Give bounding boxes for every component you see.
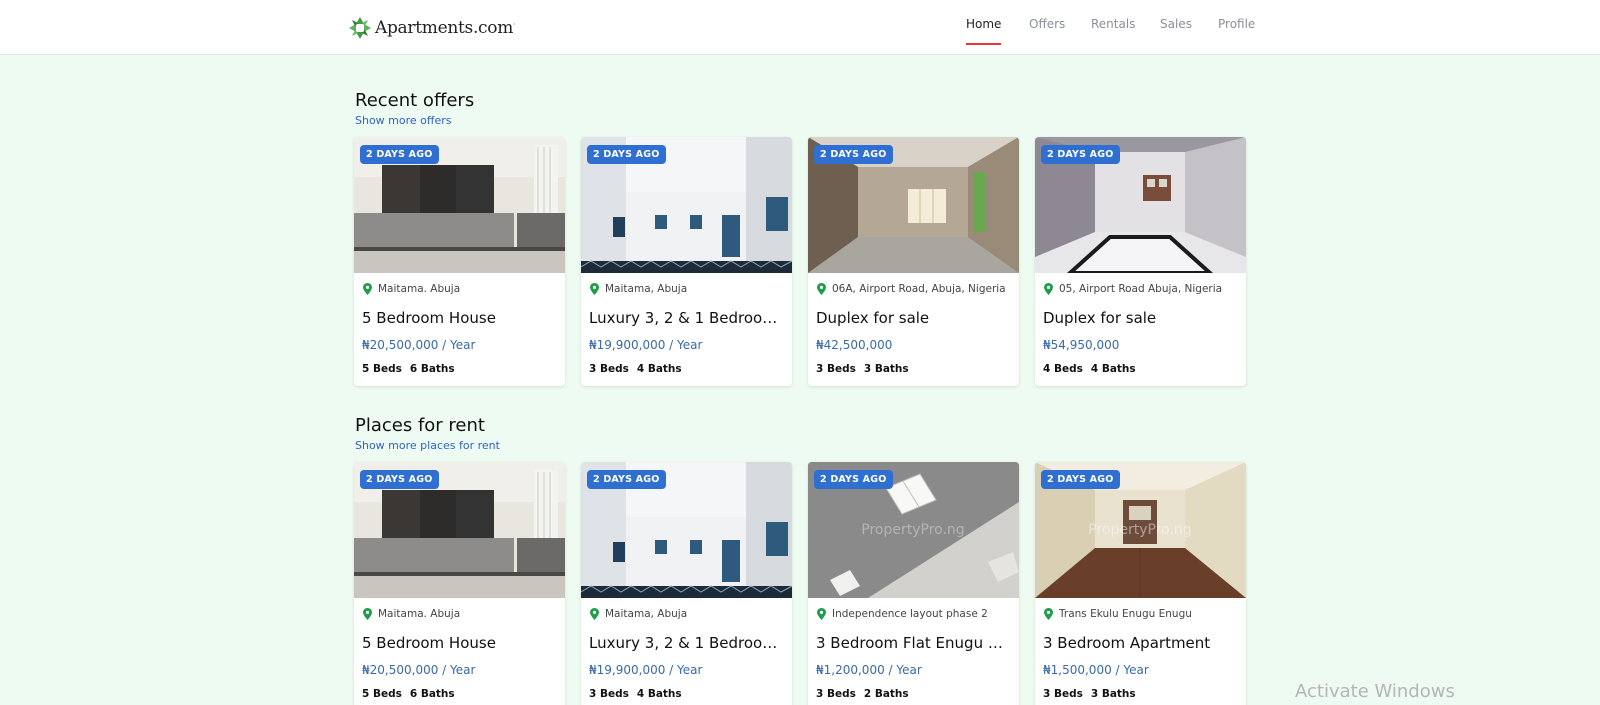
nav-rentals[interactable]: Rentals [1091, 17, 1135, 45]
main-nav: Home Offers Rentals Sales Profile [0, 0, 1600, 55]
listing-card[interactable]: 2 DAYS AGO 05, Airport Road Abuja, Niger… [1035, 137, 1246, 386]
nav-home[interactable]: Home [966, 17, 1002, 45]
listing-photo[interactable]: PropertyPro.ng 2 DAYS AGO [808, 462, 1019, 598]
location-pin-icon [1044, 608, 1053, 620]
listing-location: 06A, Airport Road, Abuja, Nigeria [817, 283, 1006, 295]
listing-photo[interactable]: 2 DAYS AGO [354, 462, 565, 598]
baths-count: 2 Baths [863, 688, 909, 700]
posted-badge: 2 DAYS AGO [814, 470, 893, 489]
listing-title[interactable]: Duplex for sale [1043, 309, 1239, 327]
location-pin-icon [363, 283, 372, 295]
listing-title[interactable]: Luxury 3, 2 & 1 Bedroom Apartments [589, 634, 785, 652]
baths-count: 3 Baths [1090, 688, 1136, 700]
listing-specs: 3 Beds 4 Baths [589, 363, 682, 375]
listing-photo[interactable]: 2 DAYS AGO [354, 137, 565, 273]
posted-badge: 2 DAYS AGO [1041, 145, 1120, 164]
baths-count: 4 Baths [636, 688, 682, 700]
baths-count: 6 Baths [409, 688, 455, 700]
listing-price: ₦19,900,000 / Year [589, 663, 703, 677]
beds-count: 3 Beds [816, 363, 856, 375]
listing-specs: 5 Beds 6 Baths [362, 688, 455, 700]
posted-badge: 2 DAYS AGO [1041, 470, 1120, 489]
show-more-rent-link[interactable]: Show more places for rent [355, 439, 500, 452]
listing-photo[interactable]: 2 DAYS AGO [581, 137, 792, 273]
listing-location: 05, Airport Road Abuja, Nigeria [1044, 283, 1222, 295]
baths-count: 3 Baths [863, 363, 909, 375]
listing-specs: 3 Beds 2 Baths [816, 688, 909, 700]
listing-location: Trans Ekulu Enugu Enugu [1044, 608, 1192, 620]
beds-count: 5 Beds [362, 363, 402, 375]
location-pin-icon [590, 608, 599, 620]
listing-card[interactable]: 2 DAYS AGO Maitama, Abuja Luxury 3, 2 & … [581, 137, 792, 386]
listing-card[interactable]: 2 DAYS AGO 06A, Airport Road, Abuja, Nig… [808, 137, 1019, 386]
listing-price: ₦1,200,000 / Year [816, 663, 922, 677]
nav-profile[interactable]: Profile [1218, 17, 1255, 45]
posted-badge: 2 DAYS AGO [587, 145, 666, 164]
location-pin-icon [817, 608, 826, 620]
listing-photo[interactable]: PropertyPro.ng 2 DAYS AGO [1035, 462, 1246, 598]
listing-location: Independence layout phase 2 [817, 608, 988, 620]
listing-location: Maitama. Abuja [363, 608, 460, 620]
top-navbar: Apartments.com· Home Offers Rentals Sale… [0, 0, 1600, 55]
listing-title[interactable]: 3 Bedroom Flat Enugu Estate [816, 634, 1012, 652]
listing-card[interactable]: 2 DAYS AGO Maitama. Abuja 5 Bedroom Hous… [354, 137, 565, 386]
nav-offers[interactable]: Offers [1029, 17, 1065, 45]
listing-price: ₦20,500,000 / Year [362, 663, 476, 677]
location-pin-icon [1044, 283, 1053, 295]
listing-specs: 4 Beds 4 Baths [1043, 363, 1136, 375]
os-activation-watermark: Activate Windows [1295, 681, 1455, 702]
listing-photo[interactable]: 2 DAYS AGO [581, 462, 792, 598]
listing-photo[interactable]: 2 DAYS AGO [1035, 137, 1246, 273]
beds-count: 5 Beds [362, 688, 402, 700]
listing-title[interactable]: Luxury 3, 2 & 1 Bedroom Apartments [589, 309, 785, 327]
show-more-offers-link[interactable]: Show more offers [355, 114, 452, 127]
propertypro-watermark: PropertyPro.ng [1088, 522, 1191, 538]
listing-location: Maitama, Abuja [590, 283, 687, 295]
listing-location: Maitama, Abuja [590, 608, 687, 620]
beds-count: 3 Beds [816, 688, 856, 700]
location-pin-icon [363, 608, 372, 620]
listing-price: ₦1,500,000 / Year [1043, 663, 1149, 677]
listing-specs: 5 Beds 6 Baths [362, 363, 455, 375]
listing-card[interactable]: PropertyPro.ng 2 DAYS AGO Trans Ekulu En… [1035, 462, 1246, 705]
listing-title[interactable]: 5 Bedroom House [362, 634, 558, 652]
listing-specs: 3 Beds 3 Baths [1043, 688, 1136, 700]
beds-count: 3 Beds [1043, 688, 1083, 700]
beds-count: 3 Beds [589, 363, 629, 375]
section-title-places-for-rent: Places for rent [355, 415, 485, 436]
listing-specs: 3 Beds 3 Baths [816, 363, 909, 375]
listing-card[interactable]: PropertyPro.ng 2 DAYS AGO Independence l… [808, 462, 1019, 705]
listing-price: ₦19,900,000 / Year [589, 338, 703, 352]
posted-badge: 2 DAYS AGO [360, 145, 439, 164]
listing-price: ₦54,950,000 [1043, 338, 1120, 352]
baths-count: 6 Baths [409, 363, 455, 375]
listing-card[interactable]: 2 DAYS AGO Maitama. Abuja 5 Bedroom Hous… [354, 462, 565, 705]
propertypro-watermark: PropertyPro.ng [861, 522, 964, 538]
location-pin-icon [817, 283, 826, 295]
baths-count: 4 Baths [636, 363, 682, 375]
listing-card[interactable]: 2 DAYS AGO Maitama, Abuja Luxury 3, 2 & … [581, 462, 792, 705]
beds-count: 3 Beds [589, 688, 629, 700]
listing-specs: 3 Beds 4 Baths [589, 688, 682, 700]
listing-price: ₦20,500,000 / Year [362, 338, 476, 352]
listing-title[interactable]: 5 Bedroom House [362, 309, 558, 327]
beds-count: 4 Beds [1043, 363, 1083, 375]
listing-photo[interactable]: 2 DAYS AGO [808, 137, 1019, 273]
listing-price: ₦42,500,000 [816, 338, 893, 352]
listing-title[interactable]: Duplex for sale [816, 309, 1012, 327]
listing-title[interactable]: 3 Bedroom Apartment [1043, 634, 1239, 652]
location-pin-icon [590, 283, 599, 295]
nav-sales[interactable]: Sales [1160, 17, 1192, 45]
posted-badge: 2 DAYS AGO [587, 470, 666, 489]
baths-count: 4 Baths [1090, 363, 1136, 375]
posted-badge: 2 DAYS AGO [814, 145, 893, 164]
listing-location: Maitama. Abuja [363, 283, 460, 295]
posted-badge: 2 DAYS AGO [360, 470, 439, 489]
section-title-recent-offers: Recent offers [355, 90, 475, 111]
